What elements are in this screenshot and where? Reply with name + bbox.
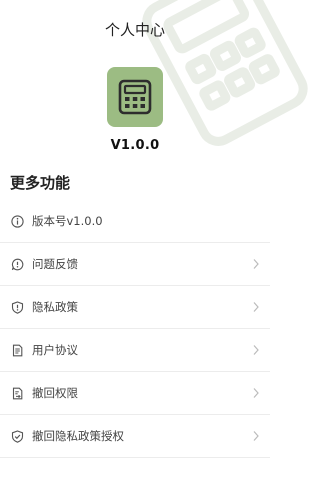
- menu-item-revoke-privacy-consent[interactable]: 撤回隐私政策授权: [0, 415, 270, 458]
- menu-item-version[interactable]: 版本号v1.0.0: [0, 200, 270, 243]
- calculator-icon: [107, 67, 163, 127]
- chevron-right-icon: [253, 431, 259, 441]
- menu-item-label: 用户协议: [32, 343, 78, 357]
- page-title: 个人中心: [104, 21, 165, 39]
- chevron-right-icon: [253, 302, 259, 312]
- menu-item-feedback[interactable]: 问题反馈: [0, 243, 270, 286]
- shield-check-icon: [10, 429, 24, 443]
- menu-item-privacy-policy[interactable]: 隐私政策: [0, 286, 270, 329]
- info-icon: [10, 214, 24, 228]
- menu-item-revoke-permission[interactable]: 撤回权限: [0, 372, 270, 415]
- revoke-icon: [10, 386, 24, 400]
- menu-item-label: 隐私政策: [32, 300, 78, 314]
- feedback-icon: [10, 257, 24, 271]
- menu-item-label: 版本号v1.0.0: [32, 214, 103, 228]
- chevron-right-icon: [253, 388, 259, 398]
- menu-item-user-agreement[interactable]: 用户协议: [0, 329, 270, 372]
- chevron-right-icon: [253, 259, 259, 269]
- app-version: V1.0.0: [110, 138, 160, 153]
- chevron-right-icon: [253, 345, 259, 355]
- section-title: 更多功能: [10, 174, 71, 192]
- document-icon: [10, 343, 24, 357]
- menu-list: 版本号v1.0.0 问题反馈 隐私政策 用户协议 撤回权限 撤回隐私政策授权: [0, 200, 270, 458]
- menu-item-label: 撤回权限: [32, 386, 78, 400]
- shield-alert-icon: [10, 300, 24, 314]
- menu-item-label: 问题反馈: [32, 257, 78, 271]
- menu-item-label: 撤回隐私政策授权: [32, 429, 124, 443]
